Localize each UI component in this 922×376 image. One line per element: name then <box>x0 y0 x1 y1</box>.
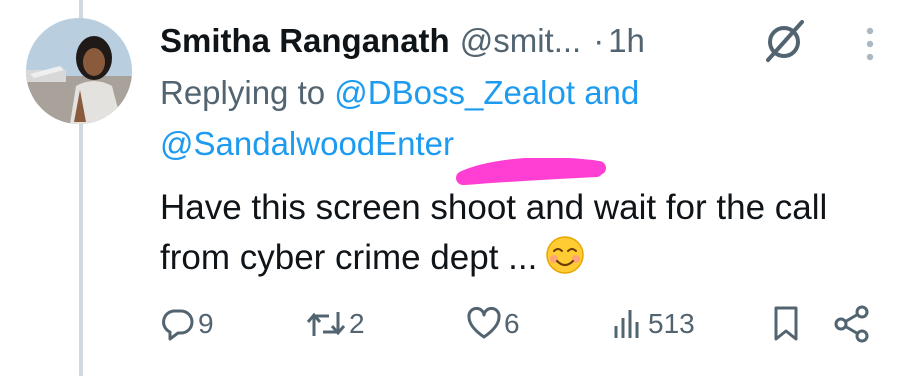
view-count: 513 <box>648 308 695 339</box>
replying-to-continued: @SandalwoodEnter <box>160 125 454 163</box>
share-icon <box>834 305 869 343</box>
like-count: 6 <box>504 308 520 339</box>
like-button[interactable]: 6 <box>466 302 520 346</box>
share-button[interactable] <box>832 302 872 346</box>
smiling-emoji-icon <box>545 235 585 289</box>
mention-link[interactable]: @SandalwoodEnter <box>160 125 454 162</box>
bookmark-icon <box>774 306 798 341</box>
grok-icon[interactable] <box>762 18 808 64</box>
avatar[interactable] <box>26 18 132 124</box>
tweet-body: Have this screen shoot and wait for the … <box>160 188 828 277</box>
and-text: and <box>575 74 640 111</box>
replying-to: Replying to @DBoss_Zealot and <box>160 74 639 112</box>
author-handle[interactable]: @smit... <box>460 22 582 60</box>
views-icon <box>614 310 639 338</box>
mention-link[interactable]: @DBoss_Zealot <box>334 74 575 111</box>
reply-button[interactable]: 9 <box>160 302 214 346</box>
replying-prefix: Replying to <box>160 74 335 111</box>
retweet-icon <box>306 312 346 336</box>
tweet-header: Smitha Ranganath @smit... · 1h <box>160 14 645 68</box>
retweet-count: 2 <box>349 308 365 339</box>
timestamp[interactable]: 1h <box>608 22 645 60</box>
separator: · <box>593 22 605 59</box>
tweet-text: Have this screen shoot and wait for the … <box>160 183 880 289</box>
like-icon <box>467 306 501 339</box>
more-icon[interactable] <box>860 26 880 62</box>
reply-icon <box>162 309 194 341</box>
views-button[interactable]: 513 <box>610 302 695 346</box>
bookmark-button[interactable] <box>768 302 804 346</box>
author-name[interactable]: Smitha Ranganath <box>160 22 450 60</box>
reply-count: 9 <box>198 308 214 339</box>
retweet-button[interactable]: 2 <box>305 302 365 346</box>
